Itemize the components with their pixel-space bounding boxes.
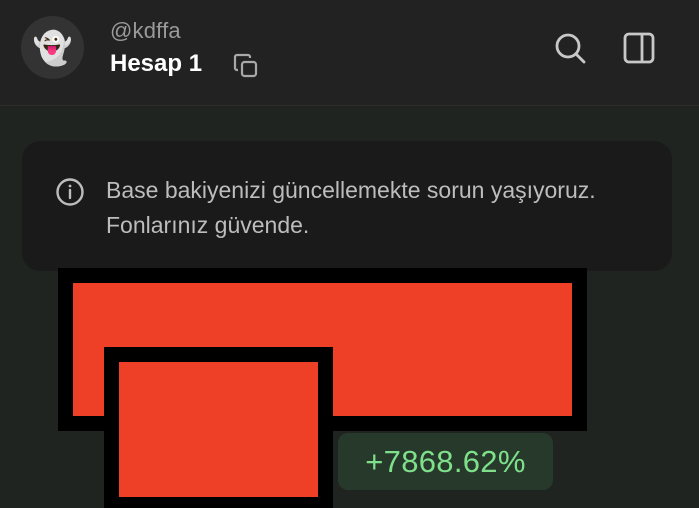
search-icon[interactable] <box>553 31 587 65</box>
info-icon <box>56 178 84 206</box>
sidebar-toggle-icon[interactable] <box>622 31 656 65</box>
ghost-avatar-icon: 👻 <box>32 29 73 66</box>
username-label: @kdffa <box>110 18 181 43</box>
account-name[interactable]: Hesap 1 <box>110 50 202 78</box>
notice-message: Base bakiyenizi güncellemekte sorun yaşı… <box>106 177 596 238</box>
balance-notice: Base bakiyenizi güncellemekte sorun yaşı… <box>22 141 672 271</box>
wallet-app: 👻 @kdffa Hesap 1 Base bakiyenizi güncell… <box>0 0 699 508</box>
account-avatar[interactable]: 👻 <box>21 16 84 79</box>
balance-change-badge: +7868.62% <box>338 433 553 490</box>
account-header: 👻 @kdffa Hesap 1 <box>0 0 699 106</box>
copy-icon[interactable] <box>232 52 260 80</box>
redacted-change-block <box>119 362 318 497</box>
